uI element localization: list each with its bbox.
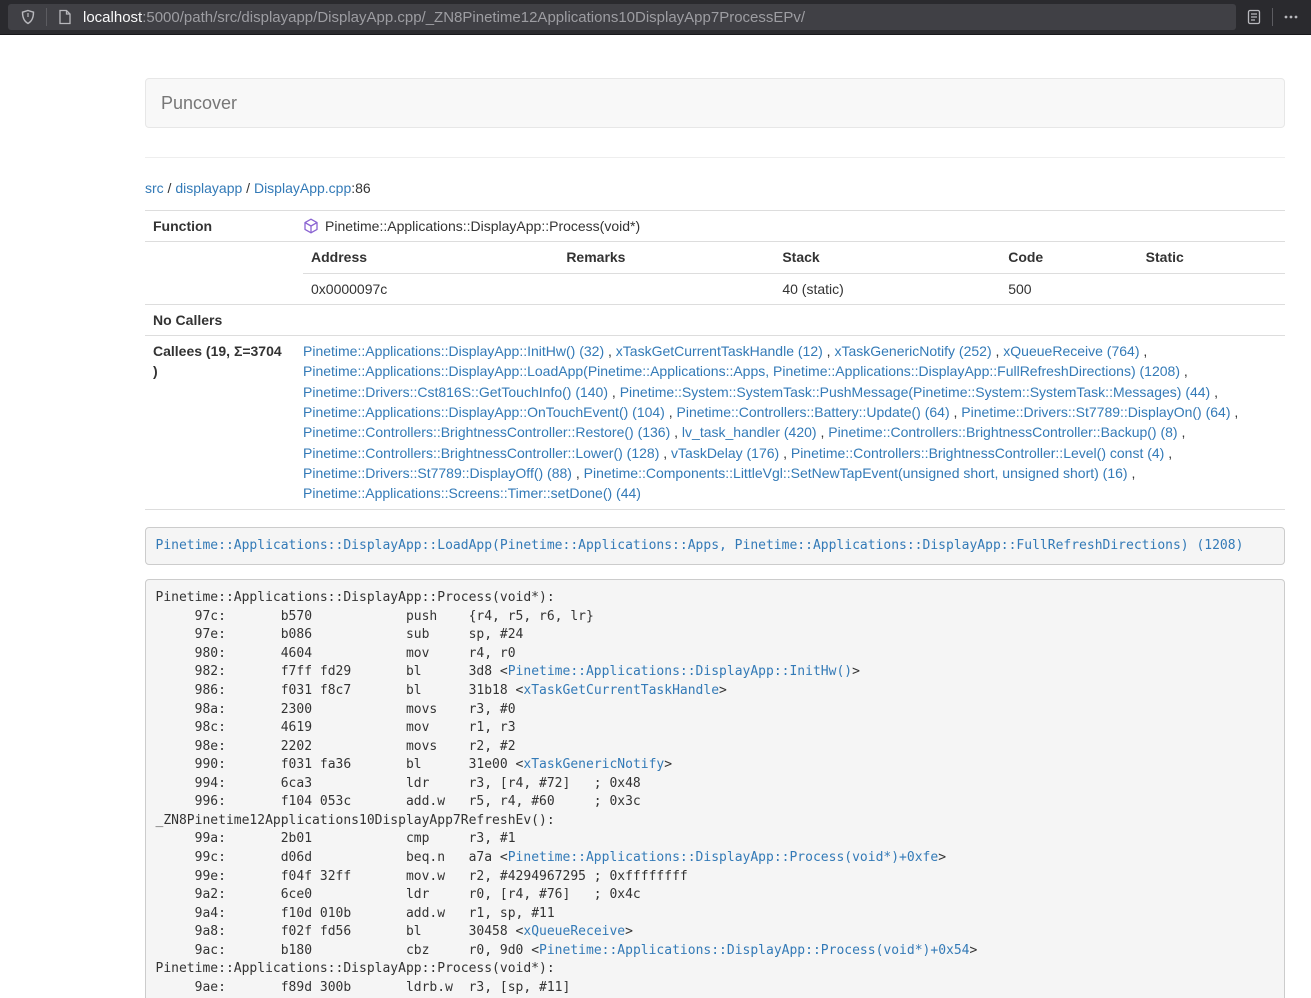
table-row-function: Function Pinetime::Applications::Display…: [145, 211, 1285, 242]
symbol-link[interactable]: xQueueReceive: [523, 924, 625, 939]
table-row-callees: Callees (19, Σ=3704 ) Pinetime::Applicat…: [145, 336, 1285, 509]
page: Puncover src / displayapp / DisplayApp.c…: [0, 35, 1311, 998]
callee-link[interactable]: Pinetime::System::SystemTask::PushMessag…: [620, 384, 1211, 400]
callee-link[interactable]: xTaskGenericNotify (252): [834, 343, 991, 359]
shield-icon[interactable]: [16, 5, 40, 29]
column-header: Remarks: [558, 242, 774, 273]
navbar: Puncover: [145, 78, 1285, 128]
callee-link[interactable]: Pinetime::Controllers::BrightnessControl…: [303, 424, 670, 440]
breadcrumb-line-number: :86: [351, 180, 370, 196]
url-path: :5000/path/src/displayapp/DisplayApp.cpp…: [142, 9, 805, 26]
callee-link[interactable]: Pinetime::Drivers::Cst816S::GetTouchInfo…: [303, 384, 608, 400]
callee-link[interactable]: lv_task_handler (420): [682, 424, 817, 440]
table-row-no-callers: No Callers: [145, 304, 1285, 335]
callee-link[interactable]: Pinetime::Applications::Screens::Timer::…: [303, 485, 641, 501]
column-header: Stack: [774, 242, 1000, 273]
callee-link[interactable]: Pinetime::Applications::DisplayApp::OnTo…: [303, 404, 665, 420]
disassembly-box: Pinetime::Applications::DisplayApp::Proc…: [145, 579, 1285, 998]
column-header: Address: [303, 242, 558, 273]
page-icon[interactable]: [53, 5, 77, 29]
browser-chrome: localhost:5000/path/src/displayapp/Displ…: [0, 0, 1311, 35]
callee-link[interactable]: Pinetime::Controllers::BrightnessControl…: [303, 445, 659, 461]
function-label: Function: [145, 211, 295, 242]
details-data-row: 0x0000097c 40 (static) 500: [303, 273, 1285, 304]
breadcrumb: src / displayapp / DisplayApp.cpp:86: [145, 178, 1285, 198]
stack-value: 40 (static): [774, 273, 1000, 304]
breadcrumb-link[interactable]: displayapp: [175, 180, 242, 196]
callee-link[interactable]: Pinetime::Drivers::St7789::DisplayOn() (…: [961, 404, 1230, 420]
callee-link[interactable]: vTaskDelay (176): [671, 445, 779, 461]
callee-link[interactable]: xQueueReceive (764): [1003, 343, 1139, 359]
address-value: 0x0000097c: [303, 273, 558, 304]
static-value: [1138, 273, 1285, 304]
breadcrumb-link[interactable]: src: [145, 180, 164, 196]
callee-link[interactable]: Pinetime::Applications::DisplayApp::Init…: [303, 343, 604, 359]
function-table: Function Pinetime::Applications::Display…: [145, 210, 1285, 510]
symbol-link[interactable]: Pinetime::Applications::DisplayApp::Init…: [508, 664, 852, 679]
callee-link[interactable]: Pinetime::Controllers::BrightnessControl…: [828, 424, 1177, 440]
callee-link[interactable]: Pinetime::Controllers::BrightnessControl…: [791, 445, 1164, 461]
url-text[interactable]: localhost:5000/path/src/displayapp/Displ…: [83, 9, 805, 26]
table-row-details: AddressRemarksStackCodeStatic 0x0000097c…: [145, 242, 1285, 305]
brand-link[interactable]: Puncover: [161, 93, 237, 114]
divider: [46, 8, 47, 26]
callee-link[interactable]: xTaskGetCurrentTaskHandle (12): [616, 343, 823, 359]
url-host: localhost: [83, 9, 142, 26]
selected-callee-box: Pinetime::Applications::DisplayApp::Load…: [145, 527, 1285, 566]
callee-link[interactable]: Pinetime::Components::LittleVgl::SetNewT…: [584, 465, 1128, 481]
callee-link[interactable]: Pinetime::Applications::DisplayApp::Load…: [303, 363, 1180, 379]
callee-link[interactable]: Pinetime::Drivers::St7789::DisplayOff() …: [303, 465, 572, 481]
column-header: Code: [1000, 242, 1137, 273]
callee-snippet-link[interactable]: Pinetime::Applications::DisplayApp::Load…: [156, 538, 1244, 553]
divider: [145, 157, 1285, 158]
column-header: Static: [1138, 242, 1285, 273]
callee-link[interactable]: Pinetime::Controllers::Battery::Update()…: [677, 404, 950, 420]
code-value: 500: [1000, 273, 1137, 304]
callees-list: Pinetime::Applications::DisplayApp::Init…: [295, 336, 1285, 509]
symbol-link[interactable]: xTaskGenericNotify: [523, 757, 664, 772]
breadcrumb-link[interactable]: DisplayApp.cpp: [254, 180, 351, 196]
details-table: AddressRemarksStackCodeStatic 0x0000097c…: [303, 242, 1285, 304]
menu-dots-icon[interactable]: [1279, 5, 1303, 29]
symbol-link[interactable]: Pinetime::Applications::DisplayApp::Proc…: [508, 850, 938, 865]
package-icon: [303, 218, 319, 234]
url-bar[interactable]: localhost:5000/path/src/displayapp/Displ…: [8, 4, 1236, 30]
callees-label: Callees (19, Σ=3704 ): [145, 336, 295, 509]
divider: [1272, 8, 1273, 26]
reader-mode-icon[interactable]: [1242, 5, 1266, 29]
no-callers-label: No Callers: [145, 304, 295, 335]
function-name: Pinetime::Applications::DisplayApp::Proc…: [325, 216, 640, 236]
symbol-link[interactable]: xTaskGetCurrentTaskHandle: [523, 683, 719, 698]
details-header-row: AddressRemarksStackCodeStatic: [303, 242, 1285, 273]
symbol-link[interactable]: Pinetime::Applications::DisplayApp::Proc…: [539, 943, 969, 958]
remarks-value: [558, 273, 774, 304]
